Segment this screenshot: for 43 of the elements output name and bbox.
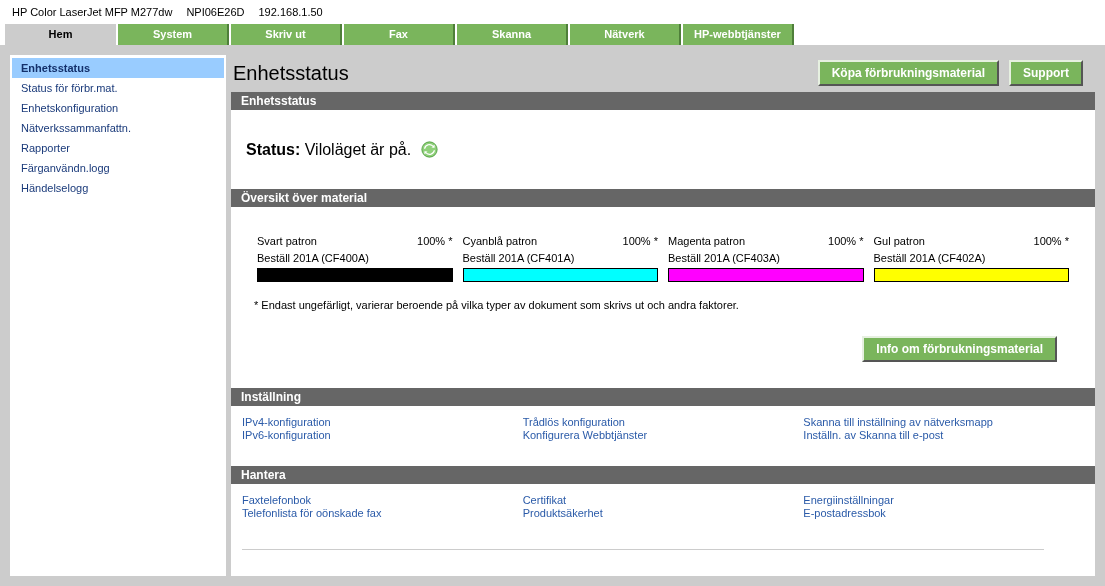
cartridge-level: 100% * (1033, 234, 1069, 249)
sidebar-item[interactable]: Enhetsstatus (12, 58, 224, 78)
sidebar-item[interactable]: Enhetskonfiguration (12, 98, 224, 118)
hostname: NPI06E26D (186, 4, 245, 20)
section-header: Enhetsstatus (231, 92, 1095, 110)
section-header: Översikt över material (231, 189, 1095, 207)
order-info: Beställ 201A (CF400A) (257, 250, 370, 266)
tab[interactable]: Hem (5, 24, 116, 45)
cartridge-name: Svart patron (257, 234, 317, 249)
sidebar-item[interactable]: Nätverkssammanfattn. (12, 118, 224, 138)
page-title: Enhetsstatus (232, 61, 350, 86)
settings-link[interactable]: E-postadressbok (803, 507, 1084, 520)
settings-link[interactable]: IPv4-konfiguration (242, 416, 523, 429)
settings-link[interactable]: Trådlös konfiguration (522, 416, 804, 429)
settings-link[interactable]: Produktsäkerhet (522, 507, 804, 520)
cartridge-name: Cyanblå patron (462, 234, 538, 249)
footnote: * Endast ungefärligt, varierar beroende på vilka typer av dokument som skrivs ut och andra faktorer. (254, 298, 740, 313)
cartridge-level: 100% * (417, 234, 453, 249)
order-info: Beställ 201A (CF403A) (668, 250, 781, 266)
cartridge-name: Magenta patron (668, 234, 746, 249)
ip-address: 192.168.1.50 (258, 4, 323, 20)
settings-link[interactable]: Energiinställningar (803, 494, 1084, 507)
cartridge-name: Gul patron (873, 234, 925, 249)
settings-link[interactable]: Konfigurera Webbtjänster (522, 429, 804, 442)
settings-link[interactable]: Skanna till inställning av nätverksmapp (803, 416, 1084, 429)
status-text: Status: Viloläget är på. (246, 139, 412, 160)
cartridge-level: 100% * (622, 234, 658, 249)
sidebar-item[interactable]: Rapporter (12, 138, 224, 158)
order-info: Beställ 201A (CF402A) (873, 250, 987, 266)
order-info: Beställ 201A (CF401A) (462, 250, 576, 266)
cartridge-level: 100% * (828, 234, 864, 249)
section-header: Inställning (231, 388, 1095, 406)
section-header: Hantera (231, 466, 1095, 484)
settings-link[interactable]: Faxtelefonbok (242, 494, 523, 507)
sidebar-item[interactable]: Händelselogg (12, 178, 224, 198)
printer-model: HP Color LaserJet MFP M277dw (12, 4, 173, 20)
sidebar-item[interactable]: Färganvändn.logg (12, 158, 224, 178)
sidebar-item[interactable]: Status för förbr.mat. (12, 78, 224, 98)
refresh-icon[interactable] (421, 141, 439, 158)
settings-link[interactable]: Certifikat (522, 494, 804, 507)
settings-link[interactable]: IPv6-konfiguration (242, 429, 523, 442)
settings-link[interactable]: Telefonlista för oönskade fax (242, 507, 523, 520)
settings-link[interactable]: Inställn. av Skanna till e-post (803, 429, 1084, 442)
